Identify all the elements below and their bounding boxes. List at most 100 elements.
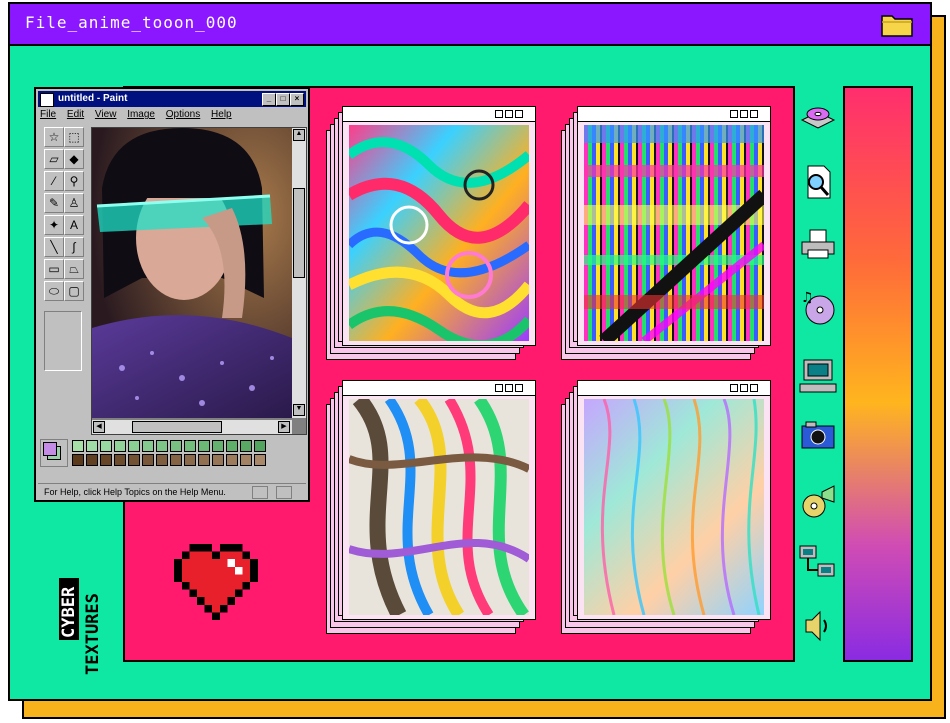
polygon-icon[interactable]: ⏢ (64, 259, 84, 279)
menu-edit[interactable]: Edit (67, 109, 84, 120)
maximize-icon[interactable] (505, 110, 513, 118)
maximize-icon[interactable] (505, 384, 513, 392)
palette-swatch[interactable] (212, 440, 224, 452)
computer-icon[interactable] (798, 356, 838, 396)
media-player-icon[interactable] (798, 482, 838, 522)
menu-help[interactable]: Help (211, 109, 232, 120)
curve-icon[interactable]: ∫ (64, 237, 84, 257)
music-cd-icon[interactable]: ♫ (798, 288, 838, 328)
maximize-button[interactable]: □ (276, 93, 290, 106)
airbrush-icon[interactable]: ✦ (44, 215, 64, 235)
palette-swatch[interactable] (240, 454, 252, 466)
close-button[interactable]: × (290, 93, 304, 106)
palette-swatch[interactable] (128, 454, 140, 466)
scroll-down-icon[interactable]: ▼ (293, 404, 305, 416)
palette-swatch[interactable] (170, 454, 182, 466)
palette-swatch[interactable] (72, 440, 84, 452)
texture-window[interactable] (342, 380, 536, 620)
palette-swatch[interactable] (86, 440, 98, 452)
scroll-left-icon[interactable]: ◀ (93, 421, 105, 433)
palette-swatch[interactable] (240, 440, 252, 452)
palette-swatch[interactable] (142, 454, 154, 466)
ellipse-icon[interactable]: ⬭ (44, 281, 64, 301)
eraser-icon[interactable]: ▱ (44, 149, 64, 169)
minimize-icon[interactable] (495, 110, 503, 118)
close-icon[interactable] (750, 384, 758, 392)
palette-swatch[interactable] (156, 454, 168, 466)
horizontal-scrollbar[interactable]: ◀ ▶ (92, 420, 292, 434)
menu-view[interactable]: View (95, 109, 117, 120)
vertical-scrollbar[interactable]: ▲ ▼ (292, 128, 306, 418)
printer-icon[interactable] (798, 224, 838, 264)
palette-swatch[interactable] (226, 454, 238, 466)
search-document-icon[interactable] (798, 162, 838, 202)
texture-window[interactable] (342, 106, 536, 346)
palette-swatch[interactable] (198, 440, 210, 452)
hscroll-thumb[interactable] (132, 421, 222, 433)
cd-drive-icon[interactable] (798, 98, 838, 138)
free-select-icon[interactable]: ☆ (44, 127, 64, 147)
pencil-icon[interactable]: ✎ (44, 193, 64, 213)
palette-swatch[interactable] (156, 440, 168, 452)
speaker-icon[interactable] (798, 606, 838, 646)
tool-options-box[interactable] (44, 311, 82, 371)
rect-select-icon[interactable]: ⬚ (64, 127, 84, 147)
menu-image[interactable]: Image (127, 109, 155, 120)
palette-swatch[interactable] (254, 440, 266, 452)
minimize-button[interactable]: _ (262, 93, 276, 106)
rectangle-icon[interactable]: ▭ (44, 259, 64, 279)
close-icon[interactable] (750, 110, 758, 118)
picker-icon[interactable]: ⁄ (44, 171, 64, 191)
paint-window[interactable]: untitled - Paint _ □ × File Edit View Im… (34, 87, 310, 502)
minimize-icon[interactable] (730, 110, 738, 118)
close-icon[interactable] (515, 384, 523, 392)
palette-swatch[interactable] (142, 440, 154, 452)
texture-window[interactable] (577, 106, 771, 346)
minimize-icon[interactable] (495, 384, 503, 392)
paint-canvas-area[interactable]: ▲ ▼ ◀ ▶ (91, 127, 307, 435)
maximize-icon[interactable] (740, 110, 748, 118)
brush-icon[interactable]: ♙ (64, 193, 84, 213)
palette-swatch[interactable] (170, 440, 182, 452)
text-icon[interactable]: A (64, 215, 84, 235)
texture-window[interactable] (577, 380, 771, 620)
liquid-chrome-texture (349, 399, 529, 615)
position-icon (252, 486, 268, 499)
menu-file[interactable]: File (40, 109, 56, 120)
folder-icon[interactable] (880, 10, 914, 38)
palette-swatch[interactable] (114, 440, 126, 452)
palette-swatch[interactable] (72, 454, 84, 466)
palette-swatch[interactable] (100, 440, 112, 452)
camera-icon[interactable] (798, 416, 838, 456)
palette-swatch[interactable] (226, 440, 238, 452)
palette-swatch[interactable] (212, 454, 224, 466)
menu-options[interactable]: Options (166, 109, 200, 120)
palette-swatch[interactable] (128, 440, 140, 452)
magnifier-icon[interactable]: ⚲ (64, 171, 84, 191)
scroll-up-icon[interactable]: ▲ (293, 129, 305, 141)
line-icon[interactable]: ╲ (44, 237, 64, 257)
window-title: File_anime_tooon_000 (25, 13, 238, 32)
texture-window-stack (326, 106, 546, 366)
palette-swatch[interactable] (254, 454, 266, 466)
network-icon[interactable] (798, 542, 838, 582)
palette-swatch[interactable] (198, 454, 210, 466)
cyber-girl-photo (92, 128, 292, 418)
title-bar[interactable]: File_anime_tooon_000 (10, 4, 930, 46)
maximize-icon[interactable] (740, 384, 748, 392)
fill-icon[interactable]: ◆ (64, 149, 84, 169)
palette-swatch[interactable] (86, 454, 98, 466)
minimize-icon[interactable] (730, 384, 738, 392)
scroll-right-icon[interactable]: ▶ (278, 421, 290, 433)
gradient-sidebar (843, 86, 913, 662)
close-icon[interactable] (515, 110, 523, 118)
palette-swatch[interactable] (100, 454, 112, 466)
rounded-rect-icon[interactable]: ▢ (64, 281, 84, 301)
current-colors[interactable] (40, 439, 68, 467)
paint-titlebar[interactable]: untitled - Paint _ □ × (38, 91, 306, 107)
palette-swatch[interactable] (184, 440, 196, 452)
paint-app-icon (40, 93, 54, 107)
scroll-thumb[interactable] (293, 188, 305, 278)
palette-swatch[interactable] (184, 454, 196, 466)
palette-swatch[interactable] (114, 454, 126, 466)
